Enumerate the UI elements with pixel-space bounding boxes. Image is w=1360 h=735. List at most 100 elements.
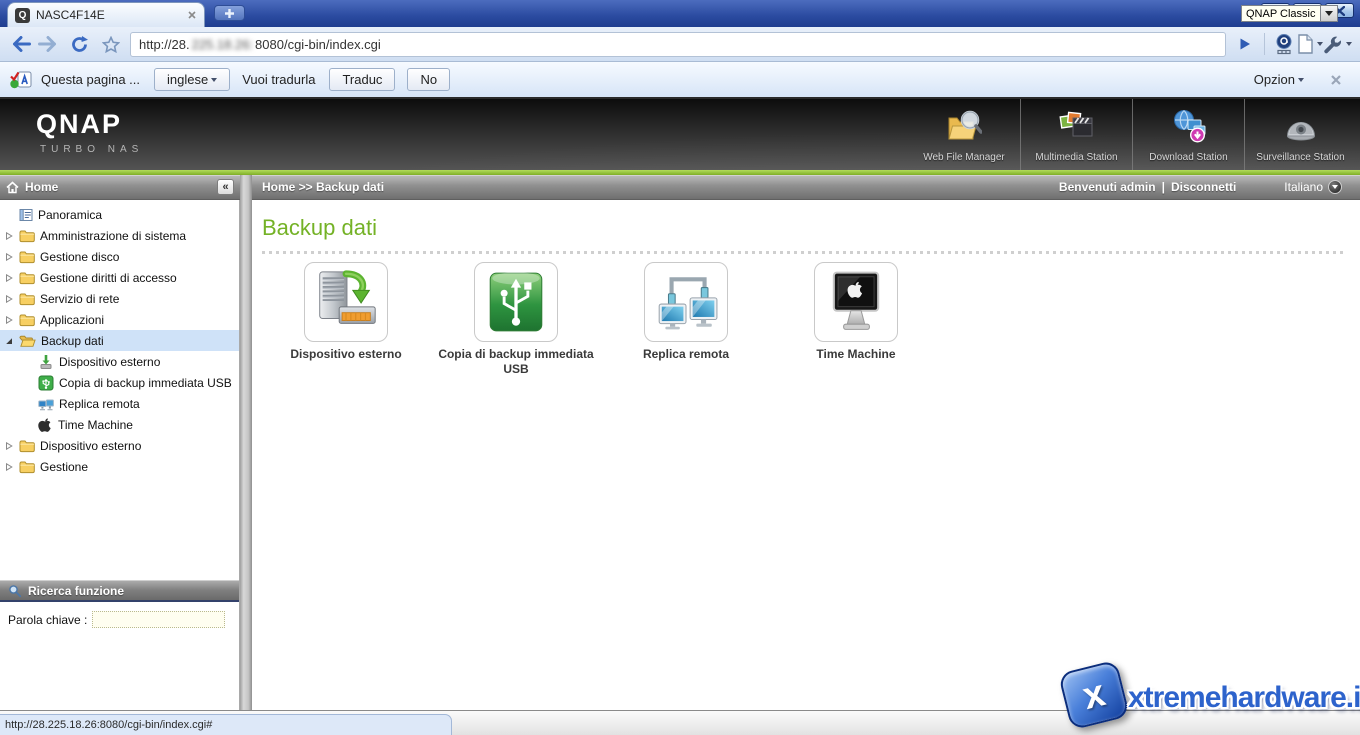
time-machine-tile-icon[interactable] — [814, 262, 898, 342]
forward-arrow-icon — [38, 36, 57, 52]
theme-select[interactable]: QNAP Classic — [1241, 5, 1338, 22]
theme-select-arrow-button[interactable] — [1320, 5, 1338, 22]
browser-tab[interactable]: Q NASC4F14E — [7, 2, 205, 27]
extension-icon — [1273, 33, 1295, 55]
tree-item-copia-usb[interactable]: Copia di backup immediata USB — [0, 372, 239, 393]
tree-item-label: Dispositivo esterno — [59, 355, 160, 369]
surveillance-station-shortcut[interactable]: Surveillance Station — [1244, 99, 1356, 170]
multimedia-station-shortcut[interactable]: Multimedia Station — [1020, 99, 1132, 170]
tree-item-gestione[interactable]: Gestione — [0, 456, 239, 477]
download-station-icon — [1171, 109, 1207, 148]
download-station-shortcut[interactable]: Download Station — [1132, 99, 1244, 170]
address-bar[interactable]: http://28.225.18.26:8080/cgi-bin/index.c… — [130, 32, 1226, 57]
tree-item-label: Panoramica — [38, 208, 102, 222]
qnap-logo: QNAP — [36, 109, 122, 140]
expand-icon[interactable] — [5, 253, 14, 261]
expand-icon[interactable] — [5, 442, 14, 450]
expand-icon[interactable] — [5, 274, 14, 282]
tree-item-gestione-diritti[interactable]: Gestione diritti di accesso — [0, 267, 239, 288]
tile-time-machine[interactable]: Time Machine — [771, 262, 941, 362]
tree-item-label: Dispositivo esterno — [40, 439, 141, 453]
browser-window: Q NASC4F14E http://28.225.18.26:8080/cgi… — [0, 0, 1360, 735]
language-dropdown[interactable]: inglese — [154, 68, 230, 91]
translate-message: Questa pagina ... — [41, 72, 140, 87]
expand-icon[interactable] — [5, 232, 14, 240]
theme-select-value[interactable]: QNAP Classic — [1241, 5, 1320, 22]
tree-item-label: Replica remota — [59, 397, 140, 411]
tile-copia-backup-usb[interactable]: Copia di backup immediata USB — [431, 262, 601, 377]
tab-title: NASC4F14E — [36, 8, 181, 22]
tile-label: Time Machine — [816, 347, 895, 362]
expand-icon[interactable] — [5, 463, 14, 471]
station-label: Multimedia Station — [1035, 152, 1117, 163]
function-search-form: Parola chiave : — [0, 611, 239, 628]
web-file-manager-icon — [946, 109, 982, 148]
station-shortcuts: Web File Manager Multimedia Station Down… — [908, 99, 1356, 170]
external-device-tile-icon[interactable] — [304, 262, 388, 342]
tree-item-replica-remota[interactable]: Replica remota — [0, 393, 239, 414]
bookmark-star-button[interactable] — [98, 31, 124, 58]
tree-item-servizio-rete[interactable]: Servizio di rete — [0, 288, 239, 309]
go-button[interactable] — [1232, 31, 1258, 58]
tree-item-backup-dati[interactable]: Backup dati — [0, 330, 239, 351]
tree-item-label: Gestione disco — [40, 250, 119, 264]
tree-item-label: Time Machine — [58, 418, 133, 432]
page-menu-button[interactable] — [1297, 31, 1323, 58]
tile-dispositivo-esterno[interactable]: Dispositivo esterno — [261, 262, 431, 362]
chevron-down-icon — [1346, 42, 1352, 46]
welcome-separator: | — [1162, 180, 1165, 194]
usb-backup-tile-icon[interactable] — [474, 262, 558, 342]
back-button[interactable] — [8, 31, 34, 58]
chevron-down-icon — [211, 78, 217, 82]
infobar-close-icon[interactable] — [1330, 74, 1342, 86]
expand-icon[interactable] — [5, 295, 14, 303]
keyword-input[interactable] — [92, 611, 225, 628]
tree-item-dispositivo-esterno-folder[interactable]: Dispositivo esterno — [0, 435, 239, 456]
tree-item-time-machine[interactable]: Time Machine — [0, 414, 239, 435]
main-content: Backup dati — [252, 200, 1360, 710]
reload-icon — [70, 35, 89, 54]
reload-button[interactable] — [66, 31, 92, 58]
remote-replication-tile-icon[interactable] — [644, 262, 728, 342]
translate-accept-button[interactable]: Traduc — [329, 68, 395, 91]
translate-prompt: Vuoi tradurla — [242, 72, 315, 87]
translate-infobar: Questa pagina ... inglese Vuoi tradurla … — [0, 62, 1360, 99]
tree-item-label: Gestione — [40, 460, 88, 474]
panel-splitter[interactable] — [240, 175, 252, 710]
function-search-header: Ricerca funzione — [0, 580, 239, 602]
tree-item-dispositivo-esterno[interactable]: Dispositivo esterno — [0, 351, 239, 372]
logout-link[interactable]: Disconnetti — [1171, 180, 1236, 194]
expand-icon[interactable] — [5, 316, 14, 324]
tree-item-label: Servizio di rete — [40, 292, 119, 306]
collapse-expanded-icon[interactable] — [5, 337, 14, 345]
tile-replica-remota[interactable]: Replica remota — [601, 262, 771, 362]
back-arrow-icon — [12, 36, 31, 52]
tree-item-label: Copia di backup immediata USB — [59, 376, 232, 390]
navigation-tree: Panoramica Amministrazione di sistema Ge… — [0, 200, 240, 710]
collapse-sidebar-button[interactable]: « — [217, 179, 234, 195]
translate-decline-button[interactable]: No — [407, 68, 450, 91]
station-label: Surveillance Station — [1256, 152, 1344, 163]
language-dropdown-icon[interactable] — [1328, 180, 1342, 194]
tree-item-gestione-disco[interactable]: Gestione disco — [0, 246, 239, 267]
page-title: Backup dati — [262, 215, 377, 241]
web-file-manager-shortcut[interactable]: Web File Manager — [908, 99, 1020, 170]
tree-item-label: Gestione diritti di accesso — [40, 271, 177, 285]
tree-item-amministrazione[interactable]: Amministrazione di sistema — [0, 225, 239, 246]
tile-label: Replica remota — [643, 347, 729, 362]
translate-options-button[interactable]: Opzion — [1254, 72, 1304, 87]
extension-icon-button[interactable] — [1271, 31, 1297, 58]
sidebar-header: Home « — [0, 175, 240, 200]
tools-menu-button[interactable] — [1323, 31, 1352, 58]
forward-button[interactable] — [34, 31, 60, 58]
breadcrumb: Home >> Backup dati — [262, 180, 1059, 194]
language-label: Italiano — [1284, 180, 1323, 194]
folder-icon — [19, 229, 35, 243]
tree-item-panoramica[interactable]: Panoramica — [0, 204, 239, 225]
home-icon — [6, 181, 19, 194]
tab-close-icon[interactable] — [187, 10, 197, 20]
apple-icon — [38, 417, 53, 433]
new-tab-button[interactable] — [214, 5, 245, 21]
xtremehardware-logo-text: xtremehardware.it — [1128, 681, 1360, 715]
tree-item-applicazioni[interactable]: Applicazioni — [0, 309, 239, 330]
